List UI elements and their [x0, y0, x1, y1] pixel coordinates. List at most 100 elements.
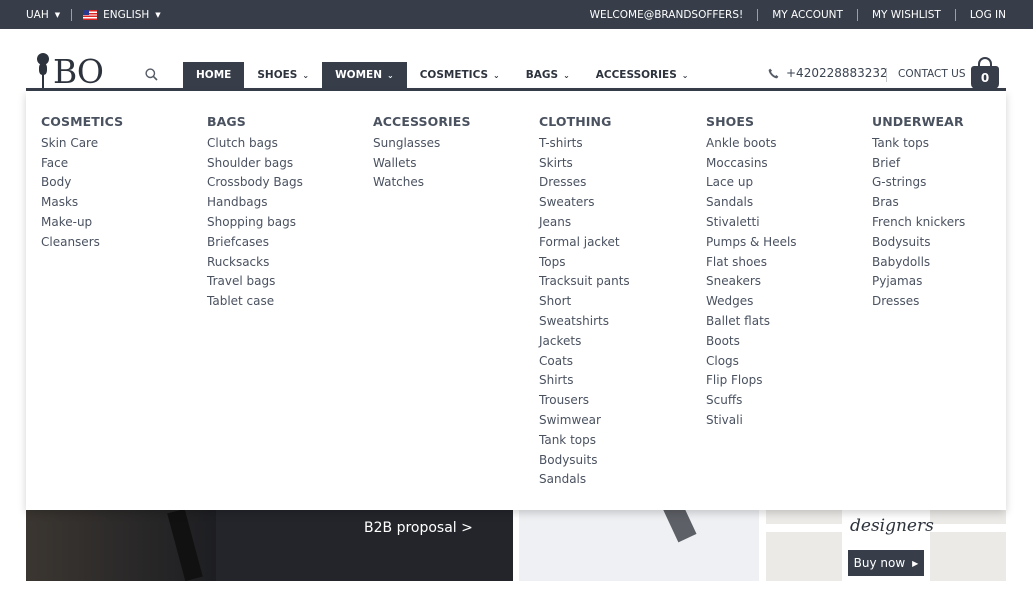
b2b-proposal-link[interactable]: B2B proposal > [364, 520, 473, 536]
promo-banner-middle[interactable] [519, 500, 759, 581]
menu-link[interactable]: Swimwear [539, 410, 630, 430]
menu-link[interactable]: Sandals [706, 192, 797, 212]
menu-link[interactable]: Sandals [539, 470, 630, 490]
menu-column-title[interactable]: CLOTHING [539, 111, 630, 131]
menu-link[interactable]: Stivali [706, 410, 797, 430]
buy-now-button[interactable]: Buy now ▶ [848, 550, 924, 576]
nav-accessories[interactable]: ACCESSORIES ⌄ [583, 62, 702, 88]
menu-link[interactable]: Clutch bags [207, 133, 303, 153]
menu-link[interactable]: Travel bags [207, 272, 303, 292]
menu-link[interactable]: Tank tops [539, 430, 630, 450]
my-wishlist-link[interactable]: MY WISHLIST [872, 9, 941, 21]
top-bar: UAH ▼ ENGLISH ▼ WELCOME@BRANDSOFFERS! MY… [0, 0, 1033, 29]
menu-link[interactable]: Shoulder bags [207, 153, 303, 173]
menu-link[interactable]: Pyjamas [872, 272, 965, 292]
promo-banner-designers[interactable]: designers Buy now ▶ [766, 500, 1006, 581]
nav-home[interactable]: HOME [183, 62, 245, 88]
menu-link[interactable]: Body [41, 173, 123, 193]
divider [71, 8, 73, 21]
my-account-link[interactable]: MY ACCOUNT [772, 9, 843, 21]
menu-link[interactable]: Coats [539, 351, 630, 371]
us-flag-icon [83, 9, 98, 20]
menu-link[interactable]: Formal jacket [539, 232, 630, 252]
menu-link[interactable]: Boots [706, 331, 797, 351]
menu-link[interactable]: Shopping bags [207, 212, 303, 232]
nav-women-label: WOMEN [335, 69, 382, 81]
phone-label: +420228883232 [786, 66, 888, 80]
menu-column-clothing: CLOTHING T-shirts Skirts Dresses Sweaters Jea… [539, 111, 630, 489]
menu-link[interactable]: Tops [539, 252, 630, 272]
menu-link[interactable]: Flip Flops [706, 371, 797, 391]
cart-button[interactable]: 0 [971, 57, 999, 89]
menu-link[interactable]: Tank tops [872, 133, 965, 153]
menu-link[interactable]: Flat shoes [706, 252, 797, 272]
menu-link[interactable]: Shirts [539, 371, 630, 391]
menu-link[interactable]: Stivaletti [706, 212, 797, 232]
menu-link[interactable]: Ballet flats [706, 311, 797, 331]
top-bar-left: UAH ▼ ENGLISH ▼ [26, 0, 161, 29]
currency-selector[interactable]: UAH ▼ [26, 9, 60, 21]
menu-link[interactable]: Sneakers [706, 272, 797, 292]
menu-link[interactable]: Wedges [706, 291, 797, 311]
menu-link[interactable]: Babydolls [872, 252, 965, 272]
menu-link[interactable]: G-strings [872, 173, 965, 193]
phone-icon [768, 68, 779, 78]
menu-link[interactable]: Make-up [41, 212, 123, 232]
log-in-link[interactable]: LOG IN [970, 9, 1006, 21]
menu-link[interactable]: T-shirts [539, 133, 630, 153]
menu-column-title[interactable]: ACCESSORIES [373, 111, 471, 131]
menu-link[interactable]: Clogs [706, 351, 797, 371]
menu-link[interactable]: Dresses [872, 291, 965, 311]
phone-number[interactable]: +420228883232 [768, 66, 888, 80]
site-logo[interactable]: BO [36, 51, 104, 91]
nav-bags[interactable]: BAGS ⌄ [513, 62, 583, 88]
menu-link[interactable]: Lace up [706, 173, 797, 193]
menu-link[interactable]: Masks [41, 192, 123, 212]
menu-link[interactable]: Wallets [373, 153, 471, 173]
menu-column-title[interactable]: BAGS [207, 111, 303, 131]
menu-link[interactable]: Jackets [539, 331, 630, 351]
contact-us-link[interactable]: CONTACT US [898, 68, 965, 80]
nav-shoes[interactable]: SHOES ⌄ [244, 62, 322, 88]
menu-link[interactable]: Handbags [207, 192, 303, 212]
language-label: ENGLISH [103, 8, 150, 21]
welcome-message: WELCOME@BRANDSOFFERS! [589, 8, 744, 21]
nav-cosmetics[interactable]: COSMETICS ⌄ [407, 62, 513, 88]
menu-link[interactable]: Ankle boots [706, 133, 797, 153]
menu-link[interactable]: Cleansers [41, 232, 123, 252]
menu-link[interactable]: Rucksacks [207, 252, 303, 272]
menu-link[interactable]: Bras [872, 192, 965, 212]
nav-women[interactable]: WOMEN ⌄ [322, 62, 407, 88]
menu-link[interactable]: Skirts [539, 153, 630, 173]
menu-link[interactable]: Pumps & Heels [706, 232, 797, 252]
menu-link[interactable]: Scuffs [706, 390, 797, 410]
promo-banner-b2b[interactable]: B2B proposal > [26, 500, 513, 581]
menu-link[interactable]: Sweatshirts [539, 311, 630, 331]
menu-link[interactable]: Crossbody Bags [207, 173, 303, 193]
search-icon[interactable] [145, 68, 158, 81]
menu-link[interactable]: Trousers [539, 390, 630, 410]
menu-link[interactable]: Face [41, 153, 123, 173]
menu-link[interactable]: Bodysuits [539, 450, 630, 470]
caret-down-icon: ▼ [54, 10, 61, 19]
menu-link[interactable]: Dresses [539, 173, 630, 193]
menu-column-title[interactable]: UNDERWEAR [872, 111, 965, 131]
menu-link[interactable]: French knickers [872, 212, 965, 232]
menu-link[interactable]: Tablet case [207, 291, 303, 311]
menu-link[interactable]: Briefcases [207, 232, 303, 252]
menu-link[interactable]: Sunglasses [373, 133, 471, 153]
menu-link[interactable]: Jeans [539, 212, 630, 232]
menu-link[interactable]: Skin Care [41, 133, 123, 153]
menu-link[interactable]: Moccasins [706, 153, 797, 173]
menu-column-cosmetics: COSMETICS Skin Care Face Body Masks Make-up Cl… [41, 111, 123, 252]
divider [954, 8, 956, 21]
menu-column-title[interactable]: SHOES [706, 111, 797, 131]
menu-link[interactable]: Short [539, 291, 630, 311]
language-selector[interactable]: ENGLISH ▼ [83, 9, 161, 21]
menu-link[interactable]: Sweaters [539, 192, 630, 212]
menu-link[interactable]: Brief [872, 153, 965, 173]
menu-link[interactable]: Tracksuit pants [539, 272, 630, 292]
menu-link[interactable]: Watches [373, 173, 471, 193]
menu-column-title[interactable]: COSMETICS [41, 111, 123, 131]
menu-link[interactable]: Bodysuits [872, 232, 965, 252]
